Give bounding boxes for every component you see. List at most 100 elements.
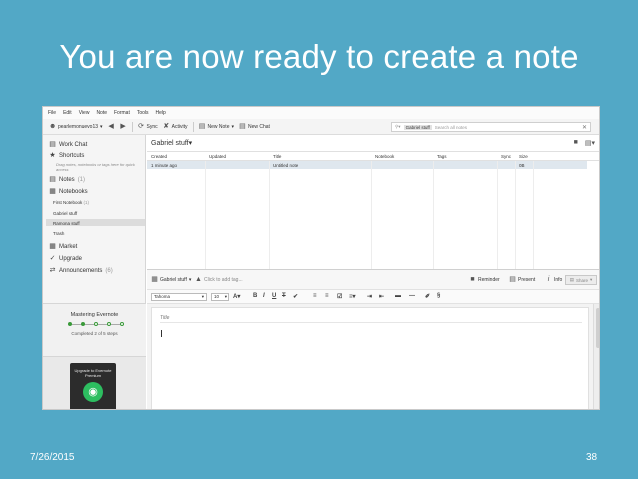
new-chat-label: New Chat [247,123,270,130]
notes-icon: ▤ [49,176,56,183]
sidebar-item-label: Shortcuts [59,152,85,159]
sidebar-item-work-chat[interactable]: ▤ Work Chat [49,141,87,148]
account-menu[interactable]: ☻ pearlemonuevo13 ▾ [49,123,103,130]
info-label: Info [554,276,563,283]
italic-icon[interactable]: I [263,293,265,299]
underline-icon[interactable]: U [272,293,276,299]
search-input[interactable]: ⚲▾ Gabriel stuff Search all notes ✕ [391,122,591,132]
column-header-size[interactable]: Size [519,154,528,159]
activity-button[interactable]: ✘ Activity [163,123,187,130]
new-chat-button[interactable]: ▤ New Chat [239,123,270,130]
editor-header: ▦ Gabriel stuff ▾ ▲ Click to add tag... … [147,270,599,290]
note-page [151,307,589,409]
numbered-list-icon[interactable]: ≡ [325,293,329,299]
font-size-select[interactable]: 10 ▾ [211,293,229,301]
notebook-item-gabriel[interactable]: Gabriel stuff [53,211,77,216]
checkbox-icon[interactable]: ☑ [337,293,342,300]
chevron-down-icon: ▾ [188,276,192,283]
new-note-button[interactable]: ▤ New Note ▾ [199,123,234,130]
column-header-created[interactable]: Created [151,154,167,159]
sidebar-item-market[interactable]: ▦ Market [49,243,77,250]
sidebar-item-announcements[interactable]: ⇄ Announcements (6) [49,267,113,274]
info-icon: i [547,276,550,283]
align-icon[interactable]: ≡▾ [349,293,356,300]
font-color-icon[interactable]: A▾ [233,293,240,300]
info-button[interactable]: i Info [545,276,563,283]
sidebar-item-notes[interactable]: ▤ Notes (1) [49,176,85,183]
column-header-sync[interactable]: Sync [501,154,511,159]
attachment-icon[interactable]: § [437,293,440,299]
strikethrough-icon[interactable]: T [282,293,286,299]
sync-icon: ⟳ [138,123,144,130]
sync-label: Sync [146,123,158,130]
sidebar-item-label: Notes [59,176,75,183]
column-header-title[interactable]: Title [273,154,281,159]
notebook-item-label: Gabriel stuff [53,211,78,216]
list-header-icons: ■ ▤▾ [574,139,595,147]
sidebar-item-shortcuts[interactable]: ★ Shortcuts [49,152,84,159]
chevron-down-icon[interactable]: ▾ [189,139,193,147]
bold-icon[interactable]: B [253,293,257,299]
step-dot [81,322,85,326]
present-button[interactable]: ▤ Present [509,276,535,283]
sidebar-item-label: Upgrade [59,255,83,262]
notebook-selector[interactable]: ▦ Gabriel stuff ▾ [151,276,191,283]
column-header-updated[interactable]: Updated [209,154,226,159]
sidebar-item-notebooks[interactable]: ▦ Notebooks [49,188,88,195]
notebook-icon: ▦ [49,188,56,195]
note-body-input[interactable] [160,328,582,408]
formatting-toolbar: Tahoma ▾ 10 ▾ A▾ B I U T ✔ ≡ ≡ ☑ ≡▾ ⇥ ⇤ … [147,290,599,304]
editor-scrollbar[interactable] [593,304,599,409]
horizontal-rule-icon[interactable]: ▬ [395,293,401,299]
premium-promo[interactable]: Upgrade to Evernote Premium ◉ [43,357,146,409]
chat-icon: ▤ [239,123,246,130]
menu-help[interactable]: Help [156,110,166,116]
note-title-input[interactable] [160,313,582,323]
column-header-tags[interactable]: Tags [437,154,447,159]
font-family-select[interactable]: Tahoma ▾ [151,293,207,301]
more-icon[interactable]: — [409,293,415,299]
announcements-icon: ⇄ [49,267,56,274]
notebook-item-first[interactable]: First Notebook (1) [53,200,89,205]
sidebar-item-upgrade[interactable]: ✓ Upgrade [49,255,82,262]
menu-tools[interactable]: Tools [137,110,149,116]
pen-icon[interactable]: ✐ [425,293,430,300]
add-tag-field[interactable]: ▲ Click to add tag... [195,276,243,283]
menu-edit[interactable]: Edit [63,110,72,116]
table-row[interactable]: 1 minute ago Untitled note 0B [147,161,587,169]
notebook-item-trash[interactable]: Trash [53,231,64,236]
reminder-button[interactable]: ■ Reminder [469,276,499,283]
notebook-title[interactable]: Gabriel stuff [151,140,189,147]
chevron-down-icon: ▾ [590,277,593,282]
toolbar-separator [192,121,194,132]
column-header-notebook[interactable]: Notebook [375,154,394,159]
cell-title: Untitled note [273,163,299,168]
bulleted-list-icon[interactable]: ≡ [313,293,317,299]
slide-page-number: 38 [586,452,598,463]
menu-view[interactable]: View [79,110,90,116]
menu-file[interactable]: File [48,110,56,116]
scrollbar-thumb[interactable] [596,308,599,348]
upgrade-icon: ✓ [49,255,56,262]
outdent-icon[interactable]: ⇤ [379,293,384,300]
share-button[interactable]: ▤ Share ▾ [565,275,597,285]
close-icon[interactable]: ✕ [582,124,587,131]
cell-size: 0B [519,163,525,168]
mastering-evernote-panel[interactable]: Mastering Evernote Completed 2 of 5 step… [43,304,146,356]
new-note-label: New Note [207,123,230,130]
highlight-icon[interactable]: ✔ [293,293,298,300]
indent-icon[interactable]: ⇥ [367,293,372,300]
notebook-item-ramona[interactable]: Ramona stuff [53,221,80,226]
slide-date: 7/26/2015 [30,452,75,463]
view-options-icon[interactable]: ▤▾ [585,139,595,147]
menu-note[interactable]: Note [96,110,107,116]
lock-icon[interactable]: ■ [574,139,578,147]
star-icon: ★ [49,152,56,159]
sync-button[interactable]: ⟳ Sync [138,123,158,130]
menu-format[interactable]: Format [114,110,130,116]
menu-bar: File Edit View Note Format Tools Help [43,107,599,119]
forward-arrow-icon[interactable]: ▶ [120,123,127,130]
search-tag-chip[interactable]: Gabriel stuff [403,124,432,130]
note-list-pane: Gabriel stuff ▾ ■ ▤▾ Created Updated Tit… [147,135,599,269]
back-arrow-icon[interactable]: ◀ [108,123,115,130]
